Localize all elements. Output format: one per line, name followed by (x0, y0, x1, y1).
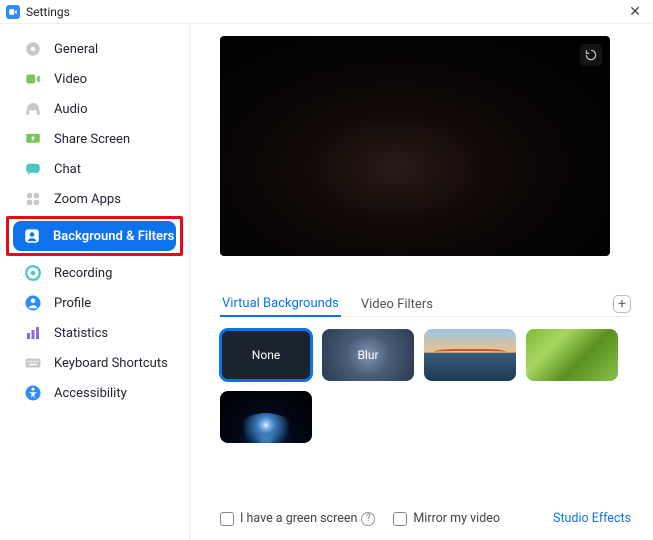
sidebar-item-label: Video (54, 72, 87, 87)
gear-icon (24, 40, 42, 58)
sidebar-item-chat[interactable]: Chat (6, 154, 183, 184)
statistics-icon (24, 324, 42, 342)
sidebar-item-label: Accessibility (54, 386, 127, 401)
rotate-camera-button[interactable] (580, 44, 602, 66)
background-option-earth[interactable] (220, 391, 312, 443)
checkbox-box-icon (220, 512, 234, 526)
help-icon[interactable]: ? (361, 512, 375, 526)
sidebar-item-label: Audio (54, 102, 87, 117)
tab-virtual-backgrounds[interactable]: Virtual Backgrounds (220, 292, 341, 317)
sidebar-item-label: Share Screen (54, 132, 130, 147)
sidebar-item-label: General (54, 42, 98, 57)
sidebar-item-label: Profile (54, 296, 91, 311)
sidebar-item-label: Statistics (54, 326, 108, 341)
headphones-icon (24, 100, 42, 118)
apps-icon (24, 190, 42, 208)
sidebar-item-statistics[interactable]: Statistics (6, 318, 183, 348)
sidebar-item-profile[interactable]: Profile (6, 288, 183, 318)
background-thumbnails: None Blur (220, 329, 631, 443)
window-title: Settings (26, 5, 70, 19)
accessibility-icon (24, 384, 42, 402)
sidebar-item-zoom-apps[interactable]: Zoom Apps (6, 184, 183, 214)
share-screen-icon (24, 130, 42, 148)
video-preview (220, 36, 610, 256)
sidebar-item-share-screen[interactable]: Share Screen (6, 124, 183, 154)
sidebar-item-audio[interactable]: Audio (6, 94, 183, 124)
studio-effects-link[interactable]: Studio Effects (553, 511, 631, 526)
thumb-label: None (252, 348, 280, 362)
sidebar-item-accessibility[interactable]: Accessibility (6, 378, 183, 408)
main-panel: Virtual Backgrounds Video Filters + None… (190, 24, 653, 540)
sidebar-item-label: Zoom Apps (54, 192, 121, 207)
sidebar-item-label: Recording (54, 266, 112, 281)
zoom-app-icon (6, 5, 20, 19)
background-option-bridge[interactable] (424, 329, 516, 381)
chat-icon (24, 160, 42, 178)
checkbox-label: Mirror my video (413, 511, 500, 526)
sidebar-item-background-filters[interactable]: Background & Filters (13, 221, 176, 251)
settings-sidebar: General Video Audio Share Screen Chat (0, 24, 190, 540)
background-option-grass[interactable] (526, 329, 618, 381)
sidebar-item-label: Background & Filters (53, 229, 174, 244)
green-screen-checkbox[interactable]: I have a green screen ? (220, 511, 375, 526)
footer-options: I have a green screen ? Mirror my video … (220, 505, 631, 530)
thumb-label: Blur (357, 348, 378, 362)
recording-icon (24, 264, 42, 282)
background-option-none[interactable]: None (220, 329, 312, 381)
checkbox-box-icon (393, 512, 407, 526)
background-tabs: Virtual Backgrounds Video Filters + (220, 292, 631, 317)
sidebar-item-label: Keyboard Shortcuts (54, 356, 168, 371)
annotation-highlight: Background & Filters (6, 216, 183, 256)
video-icon (24, 70, 42, 88)
sidebar-item-general[interactable]: General (6, 34, 183, 64)
background-option-blur[interactable]: Blur (322, 329, 414, 381)
tab-video-filters[interactable]: Video Filters (359, 293, 435, 316)
titlebar: Settings ✕ (0, 0, 653, 24)
background-icon (23, 227, 41, 245)
profile-icon (24, 294, 42, 312)
mirror-video-checkbox[interactable]: Mirror my video (393, 511, 500, 526)
sidebar-item-keyboard-shortcuts[interactable]: Keyboard Shortcuts (6, 348, 183, 378)
sidebar-item-label: Chat (54, 162, 81, 177)
checkbox-label: I have a green screen (240, 511, 357, 526)
sidebar-item-video[interactable]: Video (6, 64, 183, 94)
close-button[interactable]: ✕ (623, 4, 647, 20)
keyboard-icon (24, 354, 42, 372)
add-background-button[interactable]: + (613, 295, 631, 313)
plus-icon: + (618, 297, 626, 311)
sidebar-item-recording[interactable]: Recording (6, 258, 183, 288)
